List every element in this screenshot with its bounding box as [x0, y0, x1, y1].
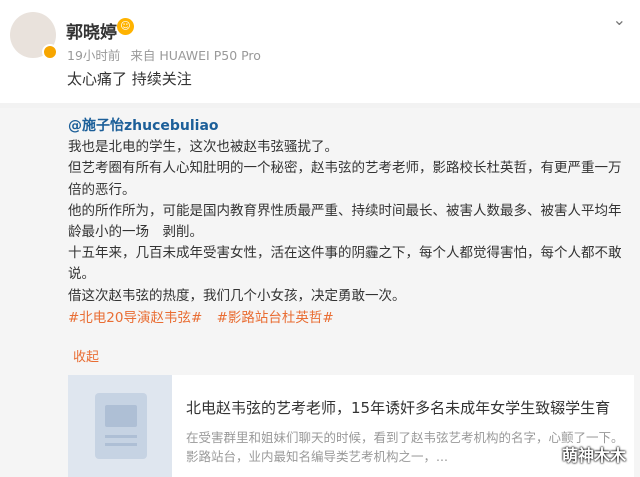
- repost-line: 他的所作所为，可能是国内教育界性质最严重、持续时间最长、被害人数最多、被害人平均…: [68, 202, 622, 241]
- chevron-down-icon[interactable]: ⌄: [613, 10, 626, 29]
- repost-author[interactable]: @施子怡zhucebuliao: [68, 118, 219, 134]
- link-description: 在受害群里和姐妹们聊天的时候，看到了赵韦弦艺考机构的名字，心颤了一下。 影路站台…: [186, 430, 624, 464]
- repost-block: @施子怡zhucebuliao 我也是北电的学生，这次也被赵韦弦骚扰了。 但艺考…: [0, 108, 640, 477]
- post-meta: 19小时前 来自 HUAWEI P50 Pro: [67, 45, 267, 64]
- collapse-button[interactable]: 收起: [73, 346, 99, 365]
- post-source: 来自 HUAWEI P50 Pro: [130, 48, 261, 63]
- repost-line: 十五年来，几百未成年受害女性，活在这件事的阴霾之下，每个人都觉得害怕，每个人都不…: [68, 245, 622, 283]
- hashtags: #北电20导演赵韦弦# #影路站台杜英哲#: [68, 306, 344, 326]
- hashtag-link[interactable]: #影路站台杜英哲#: [217, 310, 334, 326]
- document-icon: [95, 393, 147, 459]
- hashtag-link[interactable]: #北电20导演赵韦弦#: [68, 310, 202, 326]
- repost-body: @施子怡zhucebuliao 我也是北电的学生，这次也被赵韦弦骚扰了。 但艺考…: [68, 116, 628, 307]
- vip-icon: ☺: [117, 18, 134, 35]
- watermark: 萌神木木: [561, 446, 626, 465]
- post-text: 太心痛了 持续关注: [67, 70, 192, 88]
- repost-line: 但艺考圈有所有人心知肚明的一个秘密，赵韦弦的艺考老师，影路校长杜英哲，有更严重一…: [68, 160, 622, 198]
- repost-line: 借这次赵韦弦的热度，我们几个小女孩，决定勇敢一次。: [68, 287, 406, 304]
- post-time: 19小时前: [67, 48, 121, 63]
- link-thumbnail: [68, 375, 172, 477]
- username[interactable]: 郭晓婷: [66, 18, 117, 43]
- link-title[interactable]: 北电赵韦弦的艺考老师，15年诱奸多名未成年女学生致辍学生育: [186, 397, 610, 418]
- repost-line: 我也是北电的学生，这次也被赵韦弦骚扰了。: [68, 139, 338, 156]
- link-card[interactable]: 北电赵韦弦的艺考老师，15年诱奸多名未成年女学生致辍学生育 在受害群里和姐妹们聊…: [68, 375, 634, 477]
- verified-badge-icon: [42, 44, 58, 60]
- post-card: 郭晓婷 ☺ 19小时前 来自 HUAWEI P50 Pro ⌄ 太心痛了 持续关…: [0, 0, 640, 103]
